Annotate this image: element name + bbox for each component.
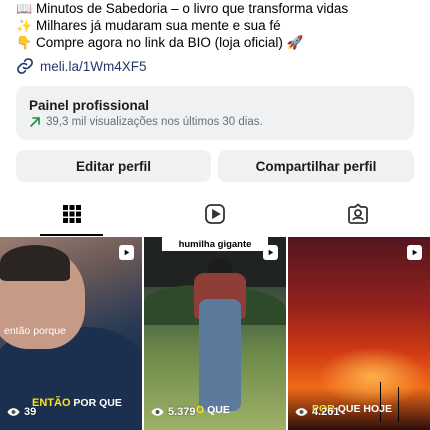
wind-turbine-shape — [380, 382, 381, 422]
profile-bio: 📖 Minutos de Sabedoria – o livro que tra… — [16, 0, 416, 76]
bio-link[interactable]: meli.la/1Wm4XF5 — [16, 56, 416, 76]
view-count: 5.379 — [151, 406, 196, 418]
tab-reels[interactable] — [143, 196, 286, 236]
headline-highlight: O — [196, 404, 205, 416]
pointing-down-emoji-icon: 👇 — [16, 35, 33, 50]
post-top-label: humilha gigante — [162, 237, 268, 251]
person-shape — [0, 245, 70, 281]
post-thumbnail[interactable]: POR QUE HOJE 4.261 — [288, 237, 430, 430]
book-emoji-icon: 📖 — [16, 1, 33, 16]
profile-tabs — [0, 196, 430, 236]
bio-line: 👇 Compre agora no link da BIO (loja ofic… — [16, 34, 416, 51]
post-overlay-caption: então porque — [4, 325, 66, 337]
dashboard-stats-text: 39,3 mil visualizações nos últimos 30 di… — [46, 116, 263, 128]
reel-badge-icon — [119, 245, 134, 260]
wind-turbine-shape — [398, 387, 399, 422]
link-icon — [16, 57, 36, 75]
headline-text: POR QUE — [73, 397, 122, 409]
dashboard-stats: 39,3 mil visualizações nos últimos 30 di… — [29, 116, 401, 128]
post-overlay-headline: O QUE — [196, 404, 230, 416]
bio-link-text[interactable]: meli.la/1Wm4XF5 — [40, 59, 147, 74]
view-count-value: 4.261 — [312, 406, 340, 418]
bio-line: ✨ Milhares já mudaram sua mente e sua fé — [16, 17, 416, 34]
posts-grid: então porque ENTÃO POR QUE 39 humilha gi… — [0, 237, 430, 430]
tagged-icon — [347, 202, 369, 230]
dashboard-title: Painel profissional — [29, 98, 150, 113]
bio-text: Milhares já mudaram sua mente e sua fé — [36, 18, 281, 33]
eye-icon — [295, 407, 308, 417]
trending-up-arrow-icon — [29, 116, 41, 128]
headline-text: QUE HOJE — [337, 403, 392, 415]
bio-text: Minutos de Sabedoria – o livro que trans… — [36, 1, 349, 16]
active-tab-indicator — [40, 234, 103, 236]
reel-badge-icon — [263, 245, 278, 260]
view-count: 4.261 — [295, 406, 340, 418]
bio-line: 📖 Minutos de Sabedoria – o livro que tra… — [16, 0, 416, 17]
eye-icon — [151, 407, 164, 417]
post-thumbnail[interactable]: humilha gigante O QUE 5.379 — [144, 237, 286, 430]
grid-icon — [62, 204, 82, 229]
professional-dashboard[interactable]: Painel profissional 39,3 mil visualizaçõ… — [16, 86, 414, 140]
reels-icon — [204, 203, 226, 230]
reel-badge-icon — [407, 245, 422, 260]
person-shape — [199, 299, 241, 411]
share-profile-button[interactable]: Compartilhar perfil — [218, 150, 414, 182]
tab-grid[interactable] — [0, 196, 143, 236]
background-shape — [318, 347, 428, 407]
post-overlay-headline: ENTÃO POR QUE — [32, 397, 122, 409]
edit-profile-button[interactable]: Editar perfil — [16, 150, 211, 182]
post-thumbnail[interactable]: então porque ENTÃO POR QUE 39 — [0, 237, 142, 430]
tab-tagged[interactable] — [286, 196, 429, 236]
person-shape — [208, 259, 232, 273]
sparkles-emoji-icon: ✨ — [16, 18, 33, 33]
view-count-value: 5.379 — [168, 406, 196, 418]
eye-icon — [7, 407, 20, 417]
headline-text: QUE — [207, 404, 230, 416]
view-count: 39 — [7, 406, 36, 418]
view-count-value: 39 — [24, 406, 37, 418]
headline-highlight: ENTÃO — [32, 397, 71, 409]
bio-text: Compre agora no link da BIO (loja oficia… — [36, 35, 304, 50]
